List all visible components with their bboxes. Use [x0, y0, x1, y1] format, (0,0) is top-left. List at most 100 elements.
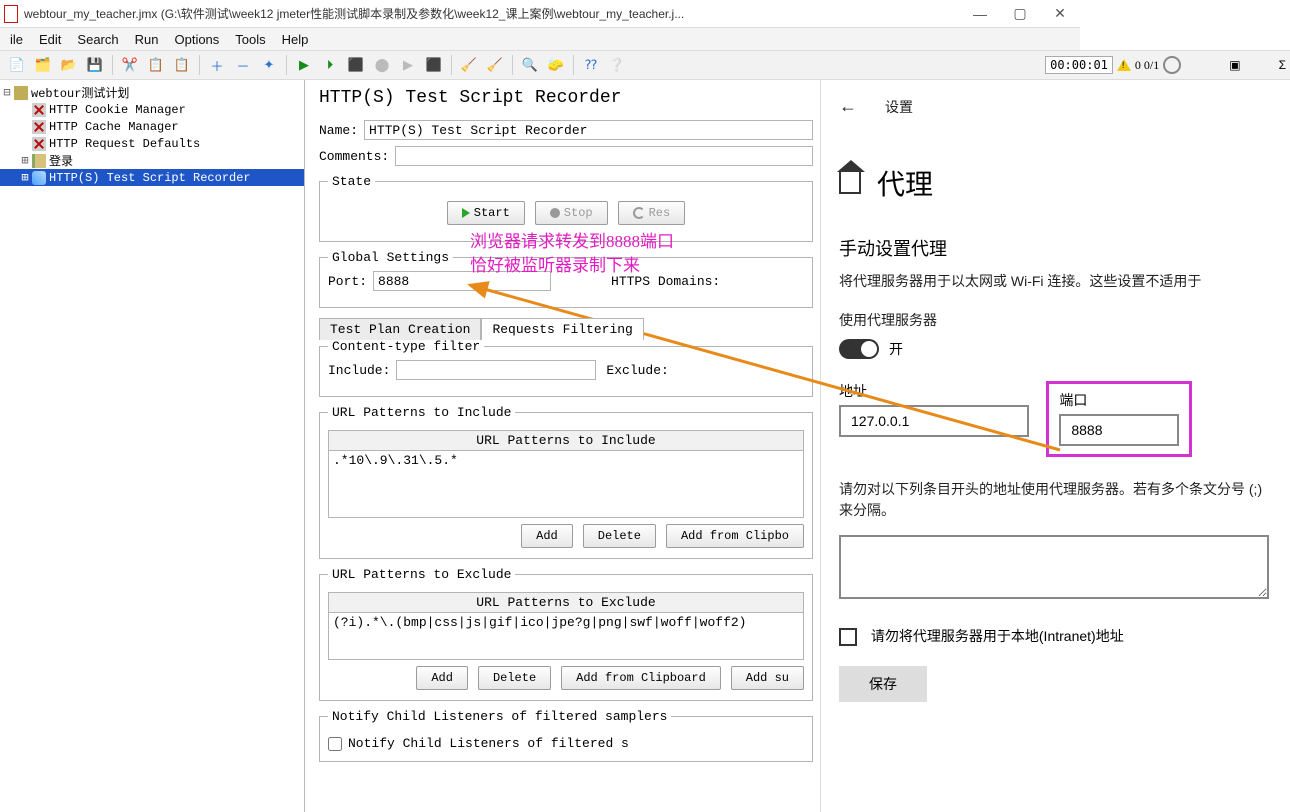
remote-start-icon[interactable]: ▶	[397, 54, 419, 76]
maximize-button[interactable]: ▢	[1000, 0, 1040, 28]
use-proxy-toggle[interactable]	[839, 339, 879, 359]
warning-counts: 0 0/1	[1135, 58, 1159, 73]
url-include-legend: URL Patterns to Include	[328, 405, 515, 420]
run-icon[interactable]: ▶	[293, 54, 315, 76]
menu-help[interactable]: Help	[274, 32, 317, 47]
help-icon[interactable]: ❔	[606, 54, 628, 76]
bypass-textarea[interactable]	[839, 535, 1269, 599]
settings-nav-title: 设置	[885, 97, 913, 117]
run-noTimers-icon[interactable]: ⏵	[319, 54, 341, 76]
exclude-delete-button[interactable]: Delete	[478, 666, 551, 690]
clear-icon[interactable]: 🧹	[458, 54, 480, 76]
menu-options[interactable]: Options	[166, 32, 227, 47]
tree-recorder[interactable]: ⊞ HTTP(S) Test Script Recorder	[0, 169, 304, 186]
menu-search[interactable]: Search	[69, 32, 126, 47]
tree-cache-manager[interactable]: HTTP Cache Manager	[0, 118, 304, 135]
reset-search-icon[interactable]: 🧽	[545, 54, 567, 76]
start-button[interactable]: Start	[447, 201, 525, 225]
proxy-port-input[interactable]	[1059, 414, 1179, 446]
new-icon[interactable]: 📄	[6, 54, 28, 76]
menu-tools[interactable]: Tools	[227, 32, 273, 47]
restart-button: Res	[618, 201, 686, 225]
tab-test-plan-creation[interactable]: Test Plan Creation	[319, 318, 481, 340]
menu-edit[interactable]: Edit	[31, 32, 69, 47]
toolbar: 📄 🗂️ 📂 💾 ✂️ 📋 📋 ＋ － ✦ ▶ ⏵ ⬛ ⬤ ▶ ⬛ 🧹 🧹 🔍 …	[0, 50, 1290, 80]
port-highlight-box: 端口	[1046, 381, 1192, 457]
url-include-header: URL Patterns to Include	[329, 431, 803, 451]
manual-proxy-desc: 将代理服务器用于以太网或 Wi-Fi 连接。这些设置不适用于	[839, 271, 1278, 292]
tree-root[interactable]: ⊟ webtour测试计划	[0, 84, 304, 101]
port-input[interactable]	[373, 271, 551, 291]
copy-icon[interactable]: 📋	[145, 54, 167, 76]
include-add-button[interactable]: Add	[521, 524, 573, 548]
paste-icon[interactable]: 📋	[171, 54, 193, 76]
menu-file[interactable]: ile	[2, 32, 31, 47]
config-icon	[32, 137, 46, 151]
url-exclude-fieldset: URL Patterns to Exclude URL Patterns to …	[319, 567, 813, 701]
include-delete-button[interactable]: Delete	[583, 524, 656, 548]
test-plan-tree[interactable]: ⊟ webtour测试计划 HTTP Cookie Manager HTTP C…	[0, 80, 305, 812]
search-tb-icon[interactable]: 🔍	[519, 54, 541, 76]
tree-cookie-manager[interactable]: HTTP Cookie Manager	[0, 101, 304, 118]
home-icon[interactable]	[839, 172, 861, 194]
url-exclude-row[interactable]: (?i).*\.(bmp|css|js|gif|ico|jpe?g|png|sw…	[329, 613, 803, 632]
shutdown-icon[interactable]: ⬤	[371, 54, 393, 76]
expand-icon[interactable]: ＋	[206, 54, 228, 76]
elapsed-timer: 00:00:01	[1045, 56, 1113, 74]
toggle-icon[interactable]: ✦	[258, 54, 280, 76]
exclude-label: Exclude:	[606, 363, 668, 378]
recorder-panel: HTTP(S) Test Script Recorder Name: Comme…	[305, 80, 825, 812]
intranet-checkbox[interactable]	[839, 628, 857, 646]
save-icon[interactable]: 💾	[84, 54, 106, 76]
include-label: Include:	[328, 363, 390, 378]
templates-icon[interactable]: 🗂️	[32, 54, 54, 76]
start-button-label: Start	[474, 206, 510, 220]
proxy-port-label: 端口	[1059, 390, 1179, 410]
cut-icon[interactable]: ✂️	[119, 54, 141, 76]
bypass-desc: 请勿对以下列条目开头的地址使用代理服务器。若有多个条文分号 (;) 来分隔。	[839, 479, 1278, 521]
tree-request-defaults[interactable]: HTTP Request Defaults	[0, 135, 304, 152]
include-add-clipboard-button[interactable]: Add from Clipbo	[666, 524, 804, 548]
include-input[interactable]	[396, 360, 596, 380]
tree-login-group[interactable]: ⊞ 登录	[0, 152, 304, 169]
exclude-add-clipboard-button[interactable]: Add from Clipboard	[561, 666, 721, 690]
exclude-add-suggested-button[interactable]: Add su	[731, 666, 804, 690]
port-label: Port:	[328, 274, 367, 289]
stop-icon[interactable]: ⬛	[345, 54, 367, 76]
windows-settings-proxy: ← 设置 代理 手动设置代理 将代理服务器用于以太网或 Wi-Fi 连接。这些设…	[820, 80, 1290, 812]
play-icon	[462, 208, 470, 218]
address-input[interactable]	[839, 405, 1029, 437]
remote-stop-icon[interactable]: ⬛	[423, 54, 445, 76]
stop-icon	[550, 208, 560, 218]
comments-input[interactable]	[395, 146, 813, 166]
collapse-icon[interactable]: －	[232, 54, 254, 76]
back-button[interactable]: ←	[839, 96, 857, 117]
manual-proxy-heading: 手动设置代理	[839, 235, 1278, 261]
jmx-file-icon	[4, 5, 18, 23]
url-exclude-legend: URL Patterns to Exclude	[328, 567, 515, 582]
url-exclude-list[interactable]: URL Patterns to Exclude (?i).*\.(bmp|css…	[328, 592, 804, 660]
url-exclude-header: URL Patterns to Exclude	[329, 593, 803, 613]
notify-legend: Notify Child Listeners of filtered sampl…	[328, 709, 671, 724]
fn-helper-icon[interactable]: ⁇	[580, 54, 602, 76]
minimize-button[interactable]: ―	[960, 0, 1000, 28]
extra-icon-1[interactable]: ▣	[1229, 58, 1240, 72]
notify-checkbox[interactable]	[328, 737, 342, 751]
menu-run[interactable]: Run	[127, 32, 167, 47]
stop-button: Stop	[535, 201, 608, 225]
comments-label: Comments:	[319, 149, 389, 164]
save-button[interactable]: 保存	[839, 666, 927, 702]
warning-icon[interactable]	[1117, 59, 1131, 71]
exclude-add-button[interactable]: Add	[416, 666, 468, 690]
clear-all-icon[interactable]: 🧹	[484, 54, 506, 76]
name-input[interactable]	[364, 120, 813, 140]
threadgroup-icon	[32, 154, 46, 168]
close-window-button[interactable]: ✕	[1040, 0, 1080, 28]
url-include-row[interactable]: .*10\.9\.31\.5.*	[329, 451, 803, 470]
tree-item-label: HTTP Cache Manager	[49, 120, 179, 134]
extra-icon-2[interactable]: Σ	[1279, 58, 1286, 72]
tab-requests-filtering[interactable]: Requests Filtering	[481, 318, 643, 340]
url-include-fieldset: URL Patterns to Include URL Patterns to …	[319, 405, 813, 559]
open-icon[interactable]: 📂	[58, 54, 80, 76]
url-include-list[interactable]: URL Patterns to Include .*10\.9\.31\.5.*	[328, 430, 804, 518]
